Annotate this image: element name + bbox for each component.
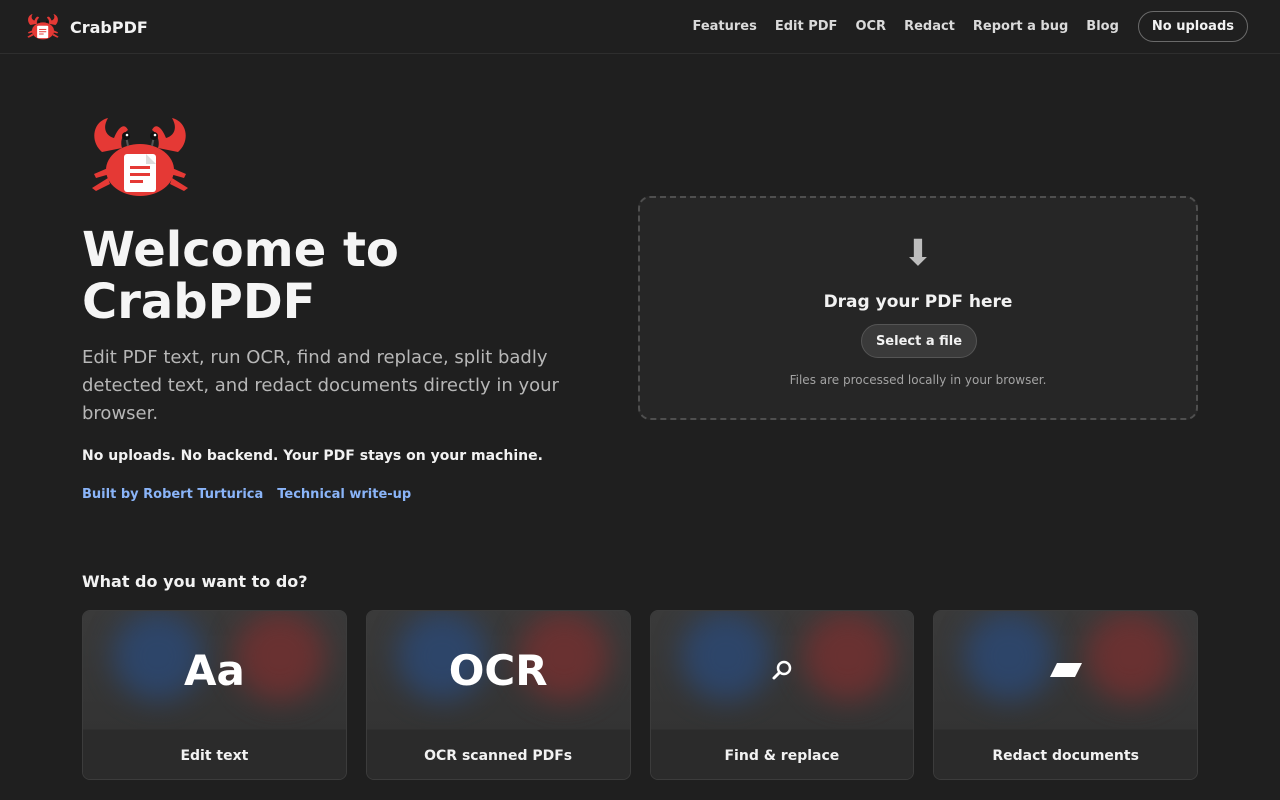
card-label: Redact documents — [934, 729, 1197, 779]
nav-features[interactable]: Features — [692, 19, 756, 34]
pdf-drop-zone[interactable]: ⬇ Drag your PDF here Select a file Files… — [638, 196, 1198, 420]
page-title: Welcome to CrabPDF — [82, 222, 399, 330]
card-label: Find & replace — [650, 729, 914, 779]
redaction-bar-icon — [934, 611, 1197, 729]
nav-edit-pdf[interactable]: Edit PDF — [775, 19, 838, 34]
magnifier-icon — [651, 611, 914, 729]
brand-name: CrabPDF — [70, 17, 148, 37]
download-arrow-icon: ⬇ — [902, 233, 934, 274]
ocr-glyph-icon: OCR — [448, 645, 548, 695]
card-ocr[interactable]: OCR OCR scanned PDFs — [365, 610, 631, 780]
redaction-bar-icon — [1049, 663, 1082, 677]
drop-zone-note: Files are processed locally in your brow… — [789, 373, 1047, 387]
magnifier-icon — [772, 660, 792, 680]
hero-description: Edit PDF text, run OCR, find and replace… — [82, 347, 559, 424]
no-uploads-pill[interactable]: No uploads — [1137, 11, 1248, 42]
card-label: Edit text — [83, 729, 346, 779]
card-edit-text[interactable]: Aa Edit text — [82, 610, 347, 780]
action-cards: Aa Edit text OCR OCR scanned PDFs Find &… — [82, 610, 1198, 780]
section-title: What do you want to do? — [82, 572, 308, 591]
select-file-button[interactable]: Select a file — [861, 324, 977, 358]
crab-logo-icon — [92, 118, 188, 196]
crab-logo-icon — [27, 13, 59, 40]
technical-writeup-link[interactable]: Technical write-up — [277, 487, 411, 502]
main-nav: Features Edit PDF OCR Redact Report a bu… — [692, 11, 1248, 42]
text-glyph-icon: Aa — [183, 645, 245, 695]
card-find-replace[interactable]: Find & replace — [649, 610, 915, 780]
nav-redact[interactable]: Redact — [904, 19, 955, 34]
author-link[interactable]: Built by Robert Turturica — [82, 487, 263, 502]
brand-home-link[interactable]: CrabPDF — [26, 10, 148, 44]
drop-zone-title: Drag your PDF here — [823, 292, 1013, 312]
hero-links: Built by Robert Turturica Technical writ… — [82, 487, 411, 502]
nav-report-bug[interactable]: Report a bug — [973, 19, 1068, 34]
nav-ocr[interactable]: OCR — [855, 19, 886, 34]
card-redact[interactable]: Redact documents — [933, 610, 1198, 780]
card-label: OCR scanned PDFs — [366, 729, 630, 779]
top-navigation-bar: CrabPDF Features Edit PDF OCR Redact Rep… — [0, 0, 1280, 54]
privacy-statement: No uploads. No backend. Your PDF stays o… — [82, 448, 543, 464]
nav-blog[interactable]: Blog — [1086, 19, 1119, 34]
